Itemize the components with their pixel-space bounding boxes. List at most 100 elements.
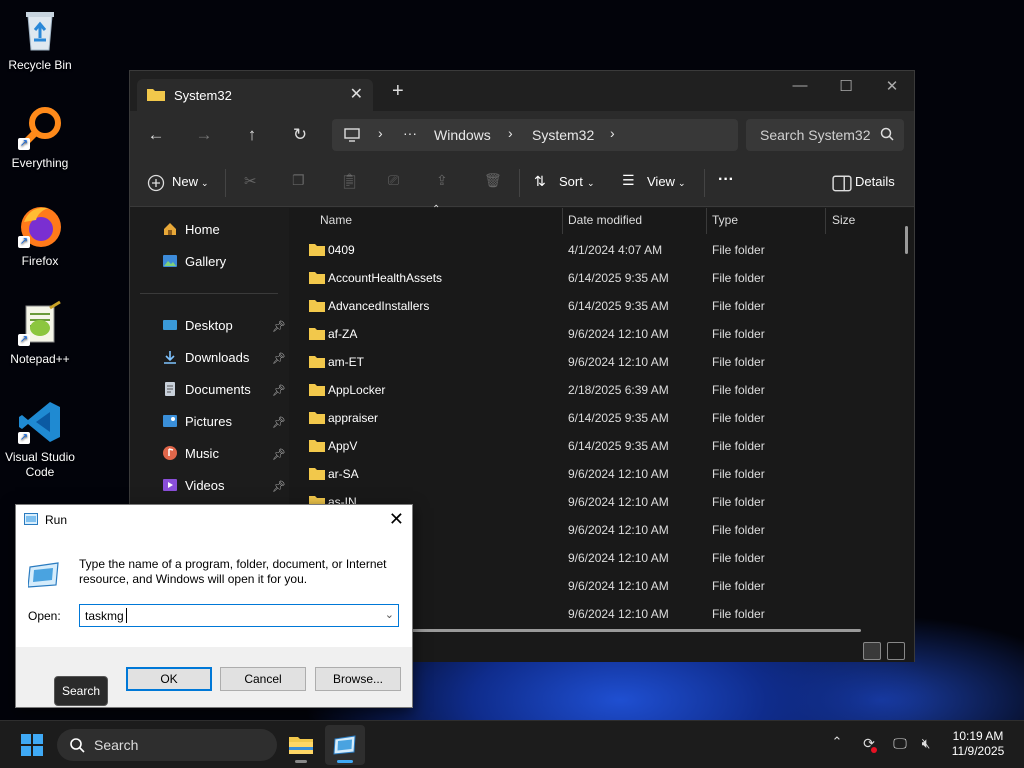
sidebar-item-label: Downloads xyxy=(185,350,250,365)
table-row[interactable]: AdvancedInstallers 6/14/2025 9:35 AM File … xyxy=(289,292,899,320)
file-type: File folder xyxy=(712,383,765,397)
paste-icon[interactable]: 📋︎ xyxy=(340,172,359,190)
shortcut-arrow-icon: ↗ xyxy=(18,432,30,444)
table-row[interactable]: ar-SA 9/6/2024 12:10 AM File folder xyxy=(289,460,899,488)
horizontal-scrollbar-thumb[interactable] xyxy=(409,629,861,632)
address-segment-windows[interactable]: Windows xyxy=(434,127,491,143)
download-icon xyxy=(164,351,176,364)
address-segment-system32[interactable]: System32 xyxy=(532,127,594,143)
ok-button[interactable]: OK xyxy=(126,667,212,691)
desktop-icon-label: Visual Studio Code xyxy=(5,450,75,479)
more-options-icon[interactable]: ··· xyxy=(718,171,734,189)
search-icon xyxy=(880,127,894,141)
back-arrow-icon[interactable]: ← xyxy=(144,123,168,147)
up-arrow-icon[interactable]: ↑ xyxy=(240,123,264,147)
forward-arrow-icon[interactable]: → xyxy=(192,123,216,147)
close-window-icon[interactable]: ✕ xyxy=(880,77,904,95)
folder-icon xyxy=(309,440,325,452)
file-date: 9/6/2024 12:10 AM xyxy=(568,467,669,481)
refresh-icon[interactable]: ↻ xyxy=(288,123,312,147)
pin-icon[interactable]: 📌︎ xyxy=(272,352,286,365)
new-button[interactable]: New ⌄ xyxy=(146,159,212,207)
run-app-icon xyxy=(333,735,356,755)
vertical-scrollbar-thumb[interactable] xyxy=(905,226,908,254)
file-name: AppV xyxy=(328,439,358,453)
pin-icon[interactable]: 📌︎ xyxy=(272,416,286,429)
file-date: 2/18/2025 6:39 AM xyxy=(568,383,669,397)
view-button[interactable]: ☰ View ⌄ xyxy=(622,159,692,207)
maximize-icon[interactable]: ☐ xyxy=(834,77,858,95)
table-row[interactable]: af-ZA 9/6/2024 12:10 AM File folder xyxy=(289,320,899,348)
chevron-down-icon[interactable]: ⌄ xyxy=(385,608,394,621)
file-type: File folder xyxy=(712,243,765,257)
windows-start-icon[interactable] xyxy=(21,734,43,756)
taskbar-file-explorer[interactable] xyxy=(281,725,321,765)
desktop-icon-recycle-bin[interactable]: Recycle Bin xyxy=(2,6,78,72)
volume-muted-icon[interactable]: 🔇︎ xyxy=(916,735,936,755)
sidebar-divider xyxy=(140,293,278,294)
taskbar-search-input[interactable]: Search xyxy=(57,729,277,761)
taskbar-run[interactable] xyxy=(325,725,365,765)
view-list-icon: ☰ xyxy=(622,172,635,188)
active-indicator xyxy=(337,760,353,763)
folder-icon xyxy=(309,300,325,312)
open-input[interactable]: taskmg ⌄ xyxy=(79,604,399,627)
details-view-toggle-icon[interactable] xyxy=(863,642,881,660)
pin-icon[interactable]: 📌︎ xyxy=(272,448,286,461)
copy-icon[interactable]: ❐ xyxy=(292,172,305,189)
clock-date: 11/9/2025 xyxy=(951,744,1005,758)
new-tab-icon[interactable]: + xyxy=(392,81,404,101)
folder-icon xyxy=(309,272,325,284)
desktop-icon-firefox[interactable]: ↗ Firefox xyxy=(2,202,78,268)
column-header-name[interactable]: Name ⌃ xyxy=(289,204,563,234)
share-icon[interactable]: ⇪ xyxy=(436,172,448,189)
table-row[interactable]: AppV 6/14/2025 9:35 AM File folder xyxy=(289,432,899,460)
rename-icon[interactable]: ⎚ xyxy=(388,172,399,189)
system-clock[interactable]: 10:19 AM 11/9/2025 xyxy=(940,729,1016,759)
chevron-up-icon[interactable]: ⌃ xyxy=(827,734,847,754)
details-label: Details xyxy=(855,174,895,189)
large-icons-view-toggle-icon[interactable] xyxy=(887,642,905,660)
close-icon[interactable]: ✕ xyxy=(389,509,404,530)
column-header-size[interactable]: Size xyxy=(826,208,896,234)
details-button[interactable]: Details xyxy=(832,159,898,207)
table-row[interactable]: AppLocker 2/18/2025 6:39 AM File folder xyxy=(289,376,899,404)
close-tab-icon[interactable]: ✕ xyxy=(350,84,363,104)
run-program-icon xyxy=(28,562,59,588)
table-row[interactable]: AccountHealthAssets 6/14/2025 9:35 AM File… xyxy=(289,264,899,292)
table-row[interactable]: appraiser 6/14/2025 9:35 AM File folder xyxy=(289,404,899,432)
separator xyxy=(519,169,520,197)
browse-button[interactable]: Browse... xyxy=(315,667,401,691)
table-row[interactable]: am-ET 9/6/2024 12:10 AM File folder xyxy=(289,348,899,376)
sort-button[interactable]: ⇅ Sort ⌄ xyxy=(534,159,600,207)
file-type: File folder xyxy=(712,299,765,313)
table-row[interactable]: 0409 4/1/2024 4:07 AM File folder xyxy=(289,236,899,264)
chevron-right-icon[interactable]: › xyxy=(378,125,383,141)
desktop-icon-label: Recycle Bin xyxy=(8,58,72,72)
column-header-type[interactable]: Type xyxy=(707,208,825,234)
pin-icon[interactable]: 📌︎ xyxy=(272,320,286,333)
network-icon[interactable]: 🖵︎ xyxy=(890,735,910,755)
pin-icon[interactable]: 📌︎ xyxy=(272,480,286,493)
run-titlebar[interactable]: Run ✕ xyxy=(16,505,412,535)
address-bar[interactable]: › ··· Windows › System32 › xyxy=(332,119,738,151)
video-icon xyxy=(163,479,177,491)
minimize-icon[interactable]: — xyxy=(788,77,812,94)
computer-icon xyxy=(344,128,360,142)
taskbar-search-placeholder: Search xyxy=(94,737,139,753)
pin-icon[interactable]: 📌︎ xyxy=(272,384,286,397)
cut-icon[interactable]: ✂ xyxy=(244,172,257,190)
tab-system32[interactable]: System32 ✕ xyxy=(137,79,373,111)
chevron-right-icon[interactable]: › xyxy=(610,125,615,141)
desktop-icon-notepadpp[interactable]: ↗ Notepad++ xyxy=(2,300,78,366)
desktop-icon-everything[interactable]: ↗ Everything xyxy=(2,104,78,170)
search-input[interactable]: Search System32 xyxy=(746,119,904,151)
chevron-right-icon[interactable]: › xyxy=(508,125,513,141)
sort-ascending-icon: ⌃ xyxy=(432,204,441,215)
delete-icon[interactable]: 🗑︎ xyxy=(484,172,502,189)
column-header-date[interactable]: Date modified xyxy=(563,208,707,234)
address-overflow[interactable]: ··· xyxy=(403,125,417,141)
sort-icon: ⇅ xyxy=(534,173,546,189)
desktop-icon-vscode[interactable]: ↗ Visual Studio Code xyxy=(2,398,78,480)
cancel-button[interactable]: Cancel xyxy=(220,667,306,691)
